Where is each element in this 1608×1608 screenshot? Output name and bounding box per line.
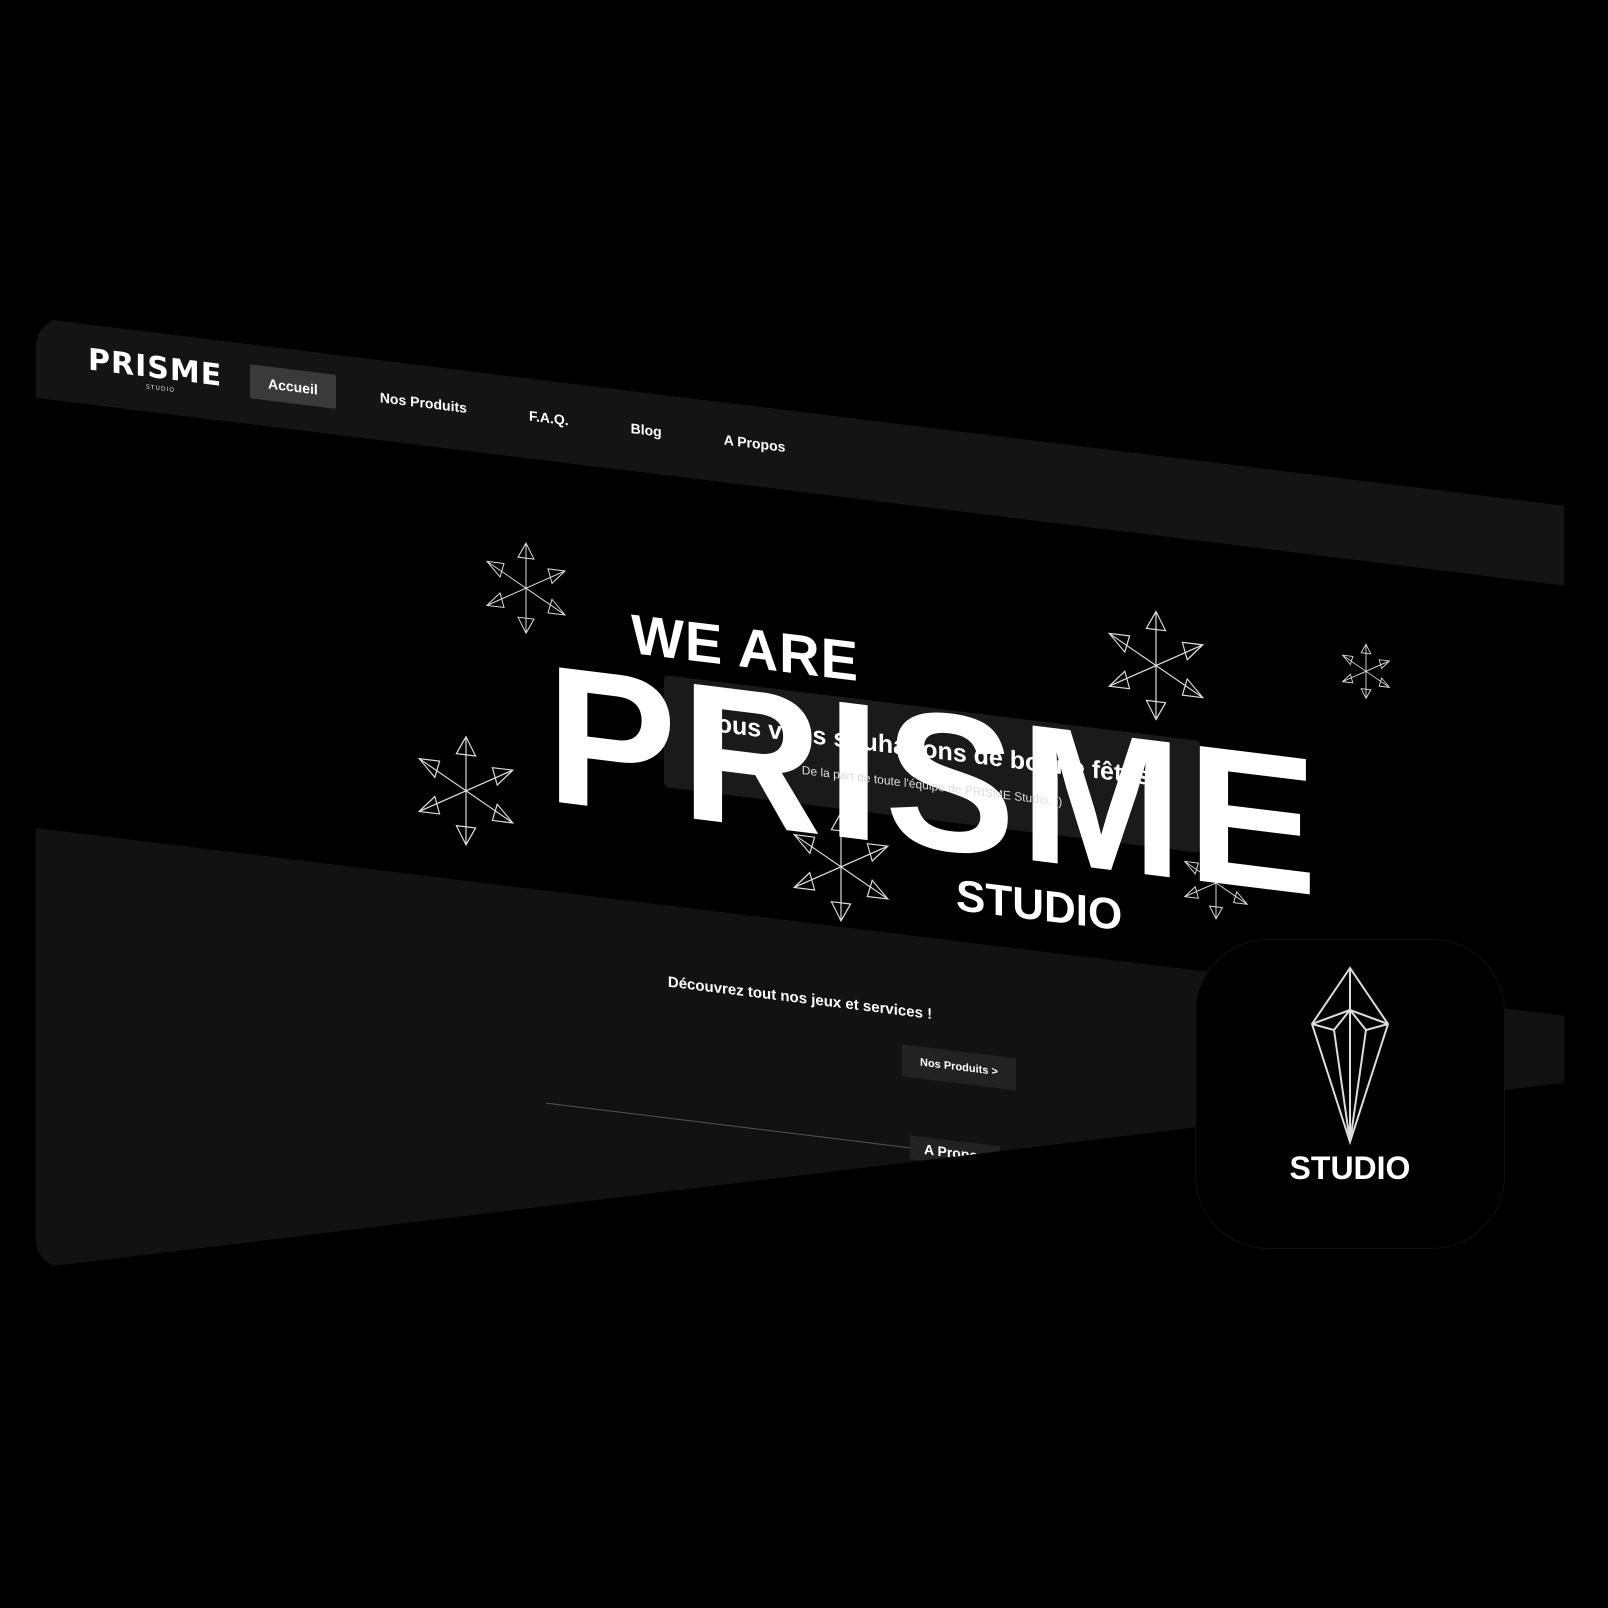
crystal-prism-icon: [1310, 966, 1390, 1146]
snowflake-icon: [417, 735, 515, 847]
nav-item-accueil[interactable]: Accueil: [250, 364, 336, 409]
nos-produits-button[interactable]: Nos Produits >: [902, 1044, 1016, 1091]
mockup-stage: PRISME STUDIO Accueil Nos Produits F.A.Q…: [0, 0, 1608, 1608]
snowflake-icon: [1341, 643, 1391, 700]
nav-item-faq[interactable]: F.A.Q.: [511, 396, 587, 439]
nav-item-a-propos[interactable]: A Propos: [706, 420, 804, 466]
app-icon-label: STUDIO: [1289, 1150, 1411, 1186]
nav-item-nos-produits[interactable]: Nos Produits: [362, 378, 485, 427]
about-heading: A Propos: [910, 1135, 1000, 1171]
nav-item-blog[interactable]: Blog: [613, 409, 680, 451]
section-divider: [546, 1102, 1226, 1188]
app-icon: STUDIO: [1196, 940, 1504, 1248]
